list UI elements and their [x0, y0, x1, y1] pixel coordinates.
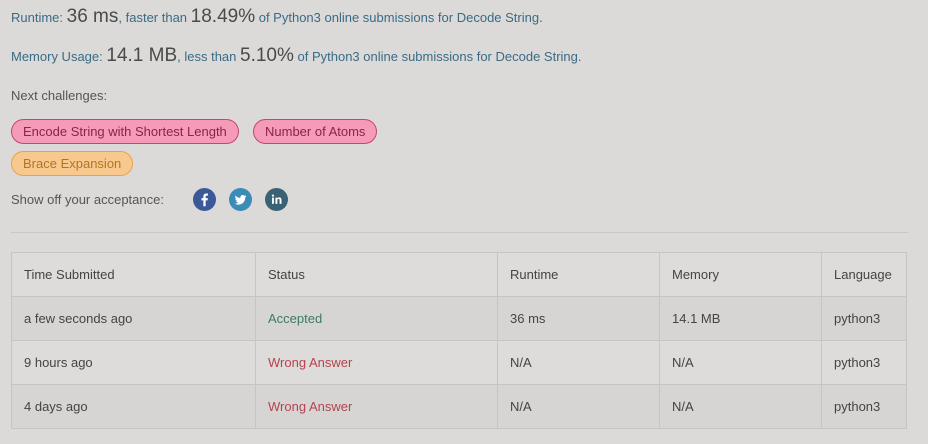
cell-language: python3: [821, 296, 907, 341]
memory-prefix: Memory Usage:: [11, 49, 107, 64]
twitter-icon[interactable]: [229, 188, 252, 211]
next-challenges-label: Next challenges:: [11, 88, 108, 103]
submission-detail: Runtime: 36 ms, faster than 18.49% of Py…: [0, 0, 928, 444]
memory-percent: 5.10%: [240, 45, 294, 66]
cell-memory: 14.1 MB: [659, 296, 822, 341]
runtime-percent: 18.49%: [190, 6, 256, 27]
cell-memory: N/A: [659, 384, 822, 429]
memory-summary: Memory Usage: 14.1 MB, less than 5.10% o…: [11, 45, 582, 67]
challenge-number-of-atoms-link[interactable]: Number of Atoms: [253, 119, 378, 144]
table-row: a few seconds ago Accepted 36 ms 14.1 MB…: [11, 296, 907, 341]
cell-time-submitted: a few seconds ago: [11, 296, 256, 341]
submissions-table: Time Submitted Status Runtime Memory Lan…: [11, 252, 907, 429]
facebook-icon[interactable]: [193, 188, 216, 211]
runtime-suffix: of Python3 online submissions for Decode…: [255, 10, 543, 25]
runtime-value: 36 ms: [66, 6, 119, 27]
section-divider: [11, 232, 908, 233]
cell-time-submitted: 9 hours ago: [11, 340, 256, 385]
memory-mid: , less than: [177, 49, 241, 64]
cell-runtime: 36 ms: [497, 296, 660, 341]
status-link[interactable]: Wrong Answer: [255, 340, 498, 385]
cell-runtime: N/A: [497, 384, 660, 429]
header-time-submitted: Time Submitted: [11, 252, 256, 297]
runtime-mid: , faster than: [118, 10, 191, 25]
table-row: 9 hours ago Wrong Answer N/A N/A python3: [11, 340, 907, 385]
challenge-encode-string-link[interactable]: Encode String with Shortest Length: [11, 119, 239, 144]
runtime-summary: Runtime: 36 ms, faster than 18.49% of Py…: [11, 6, 543, 28]
table-row: 4 days ago Wrong Answer N/A N/A python3: [11, 384, 907, 429]
cell-language: python3: [821, 384, 907, 429]
table-header-row: Time Submitted Status Runtime Memory Lan…: [11, 252, 907, 297]
memory-suffix: of Python3 online submissions for Decode…: [293, 49, 582, 64]
runtime-prefix: Runtime:: [11, 10, 67, 25]
cell-language: python3: [821, 340, 907, 385]
cell-runtime: N/A: [497, 340, 660, 385]
linkedin-icon[interactable]: [265, 188, 288, 211]
header-runtime: Runtime: [497, 252, 660, 297]
header-memory: Memory: [659, 252, 822, 297]
status-link[interactable]: Wrong Answer: [255, 384, 498, 429]
header-language: Language: [821, 252, 907, 297]
memory-value: 14.1 MB: [106, 45, 178, 66]
header-status: Status: [255, 252, 498, 297]
challenge-brace-expansion-link[interactable]: Brace Expansion: [11, 151, 134, 176]
cell-time-submitted: 4 days ago: [11, 384, 256, 429]
cell-memory: N/A: [659, 340, 822, 385]
status-link[interactable]: Accepted: [255, 296, 498, 341]
share-label: Show off your acceptance:: [11, 192, 164, 207]
